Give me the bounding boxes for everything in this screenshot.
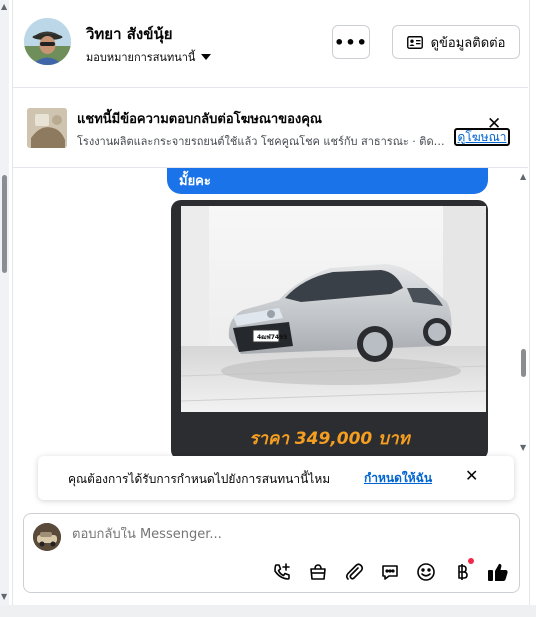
assign-prompt-toast: คุณต้องการได้รับการกำหนดไปยังการสนทนานี้…: [38, 456, 514, 500]
paperclip-icon[interactable]: [344, 562, 364, 582]
page-avatar: [33, 523, 61, 551]
more-label: •••: [334, 32, 368, 52]
chat-scrollbar[interactable]: ▲ ▼: [517, 168, 528, 458]
message-input[interactable]: [72, 527, 472, 542]
scroll-up-arrow-icon[interactable]: ▲: [1, 2, 7, 11]
contact-name: วิทยา สังข์นุ้ย: [86, 25, 173, 43]
license-plate-text: 4ฒฬ7495: [257, 333, 287, 341]
notification-dot: [468, 558, 474, 564]
contact-avatar[interactable]: [24, 18, 71, 65]
thumbs-up-icon[interactable]: [487, 562, 509, 582]
phone-plus-icon[interactable]: [272, 562, 292, 582]
assign-label: มอบหมายการสนทนานี้: [86, 51, 196, 64]
message-text: มั้ยคะ: [179, 174, 211, 189]
attachment-card[interactable]: 4ฒฬ7495 ราคา 349,000 บาท: [171, 200, 488, 460]
header-divider: [12, 87, 528, 88]
ad-reply-title: แชทนี้มีข้อความตอบกลับต่อโฆษณาของคุณ: [77, 112, 322, 127]
chat-scrollbar-thumb[interactable]: [521, 349, 526, 377]
view-contact-info-button[interactable]: ดูข้อมูลติดต่อ: [392, 25, 520, 59]
baht-icon[interactable]: [452, 562, 472, 582]
ad-source-text: โรงงานผลิตและกระจายรถยนต์ใช้แล้ว โชคคูณโ…: [77, 135, 449, 148]
scroll-up-arrow-icon[interactable]: ▲: [520, 172, 526, 181]
close-icon[interactable]: ✕: [465, 468, 478, 484]
assign-to-me-link[interactable]: กำหนดให้ฉัน: [364, 469, 432, 488]
emoji-icon[interactable]: [416, 562, 436, 582]
more-options-button[interactable]: •••: [332, 25, 370, 59]
message-composer: [23, 513, 520, 593]
view-info-label: ดูข้อมูลติดต่อ: [430, 35, 506, 51]
bottom-edge: [0, 605, 536, 617]
assign-prompt-text: คุณต้องการได้รับการกำหนดไปยังการสนทนานี้…: [68, 472, 331, 486]
scrollbar-thumb[interactable]: [2, 175, 7, 273]
chat-bubble-icon[interactable]: [380, 562, 400, 582]
shopping-bag-icon[interactable]: [308, 562, 328, 582]
message-bubble: มั้ยคะ: [167, 168, 488, 194]
close-icon[interactable]: ✕: [487, 116, 501, 133]
view-ad-link[interactable]: ดูโฆษณา: [454, 128, 510, 146]
id-card-icon: [406, 35, 423, 49]
scroll-down-arrow-icon[interactable]: ▼: [1, 592, 7, 601]
caret-down-icon: [201, 54, 212, 60]
page-scrollbar[interactable]: ▲ ▼: [0, 0, 9, 617]
assign-conversation-dropdown[interactable]: มอบหมายการสนทนานี้: [86, 48, 212, 66]
scroll-down-arrow-icon[interactable]: ▼: [520, 443, 526, 452]
price-text: ราคา 349,000 บาท: [249, 429, 410, 449]
car-photo: 4ฒฬ7495: [180, 206, 487, 412]
ad-thumbnail: [27, 108, 67, 148]
